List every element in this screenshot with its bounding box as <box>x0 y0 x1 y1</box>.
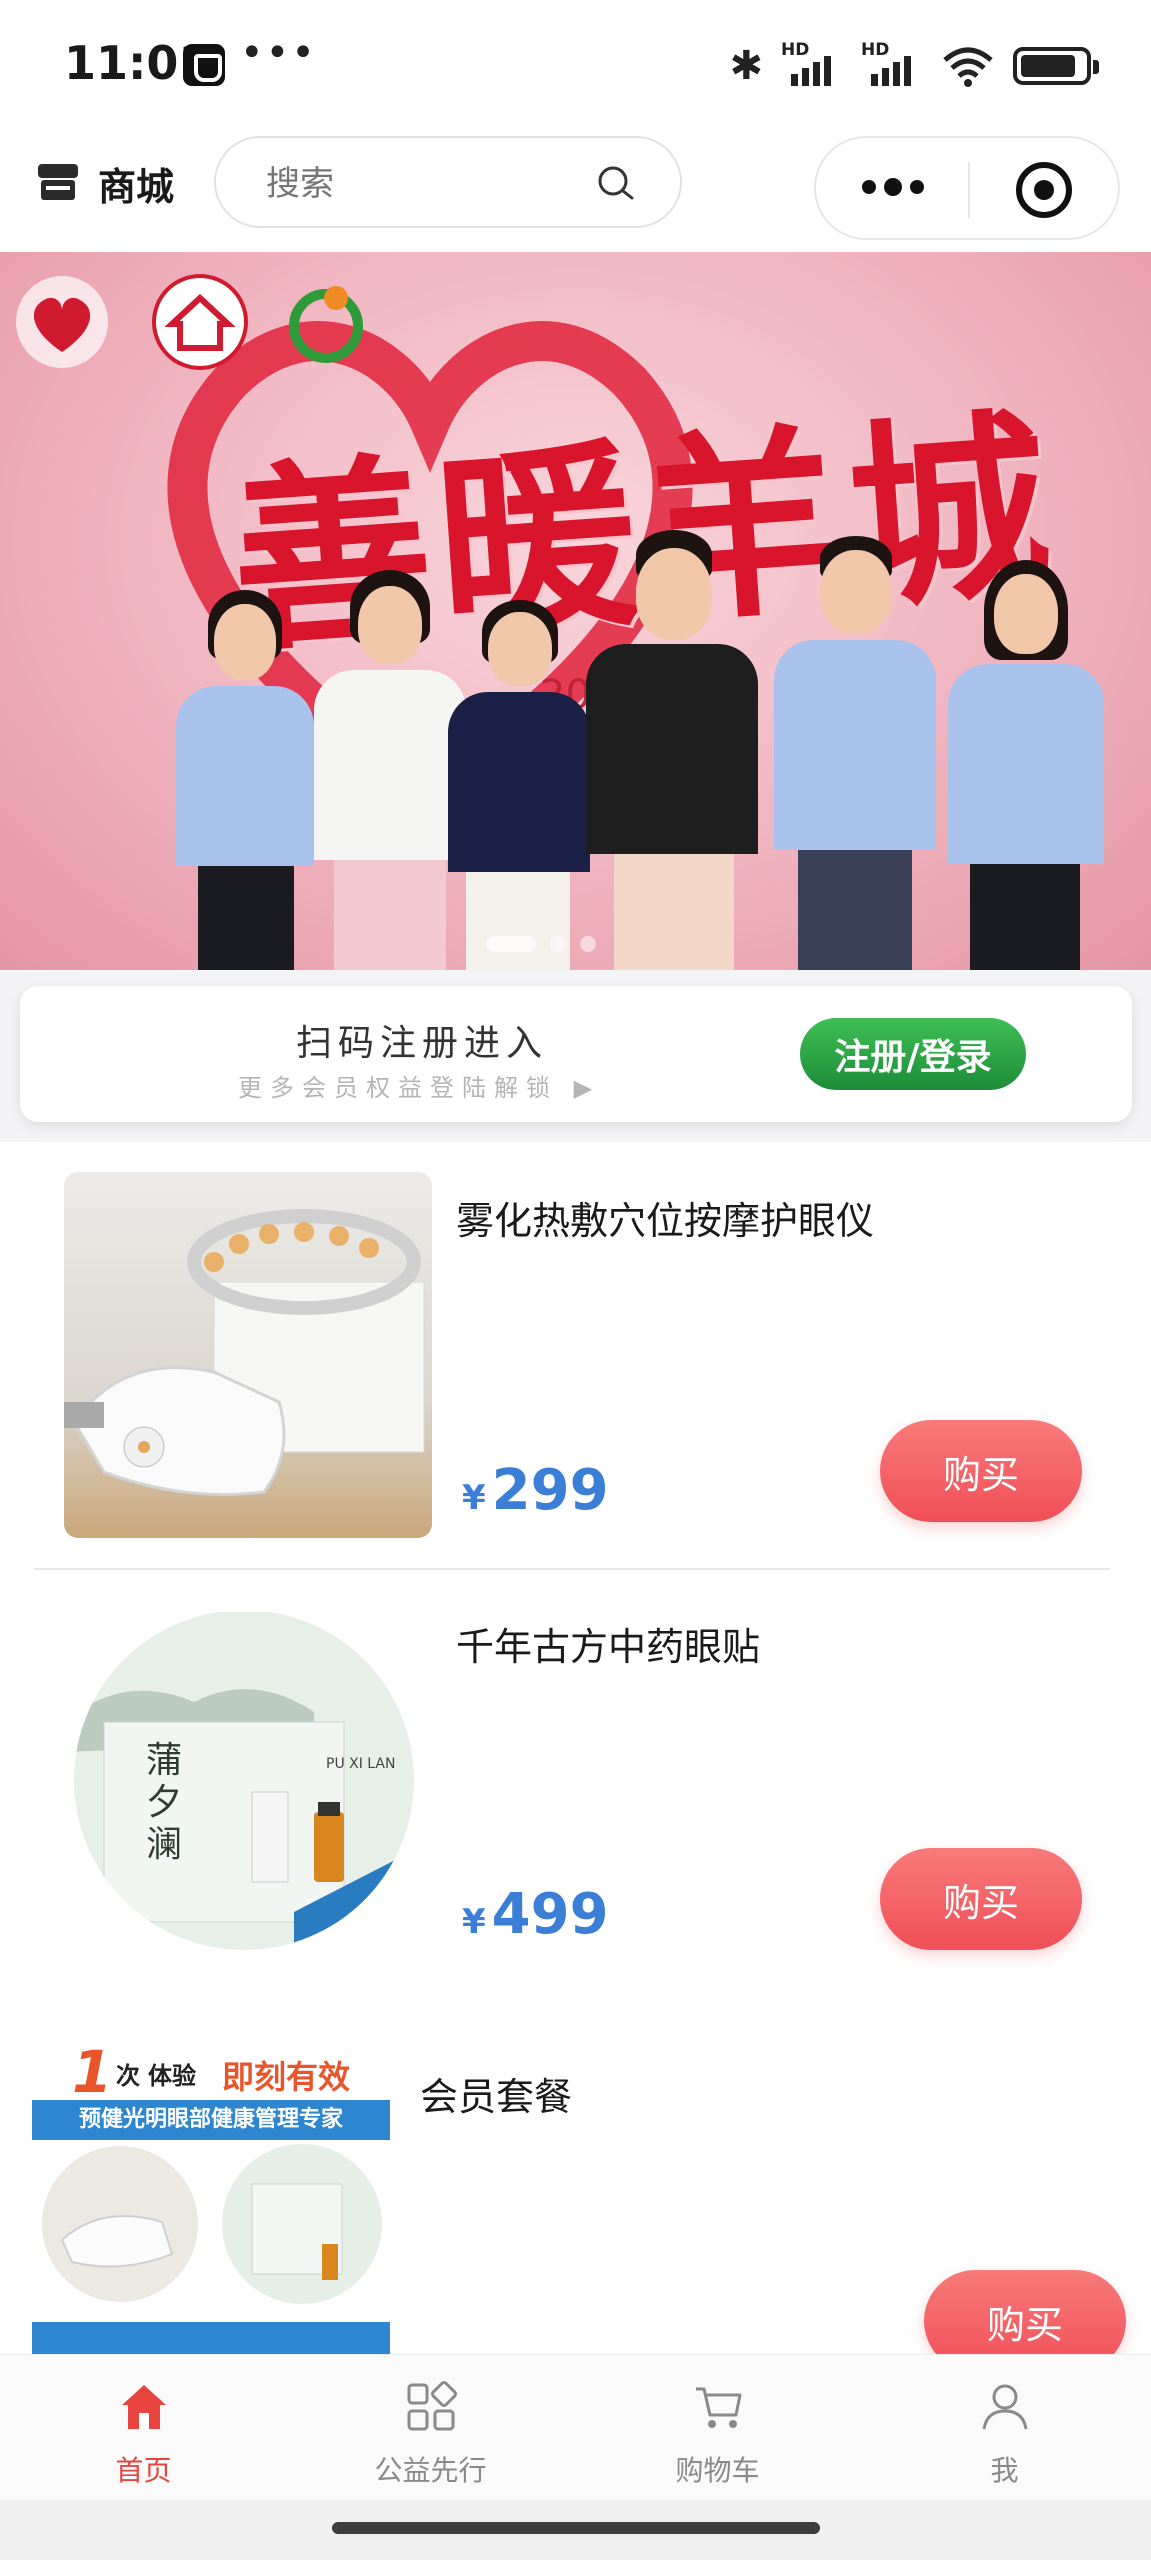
tab-bar: 首页 公益先行 购物车 我 <box>0 2354 1151 2500</box>
banner-carousel[interactable]: 善暖羊城 —2025年 <box>0 252 1151 970</box>
banner-person <box>770 530 940 970</box>
tab-label: 公益先行 <box>374 2454 487 2487</box>
product-image[interactable]: 蒲夕澜 PU XI LAN <box>64 1612 430 1968</box>
product-list: 雾化热敷穴位按摩护眼仪 ¥299 购买 蒲夕澜 PU XI LAN 千年古方中药… <box>0 1142 1151 2354</box>
charity-logo <box>16 276 108 368</box>
tab-cart[interactable]: 购物车 <box>574 2355 861 2501</box>
user-icon <box>982 2384 1028 2430</box>
tab-me[interactable]: 我 <box>861 2355 1148 2501</box>
search-input[interactable] <box>266 160 566 208</box>
product-price: ¥299 <box>462 1458 609 1523</box>
banner-person <box>940 560 1110 970</box>
tab-home[interactable]: 首页 <box>0 2355 287 2501</box>
promo-headline: 1 次 体验 即刻有效 <box>72 2044 351 2106</box>
target-icon[interactable] <box>1016 162 1072 218</box>
grid-icon <box>407 2381 457 2431</box>
search-box[interactable] <box>214 136 682 228</box>
banner-page-indicator <box>486 936 596 952</box>
register-title: 扫码注册进入 <box>296 1023 549 1064</box>
banner-dot <box>580 936 596 952</box>
currency-symbol: ¥ <box>462 1902 486 1942</box>
buy-button[interactable]: 购买 <box>880 1420 1082 1522</box>
home-icon <box>122 2385 166 2429</box>
more-dots-icon[interactable] <box>862 178 924 196</box>
product-item[interactable]: 1 次 体验 即刻有效 预健光明眼部健康管理专家 会员套餐 购买 <box>0 2000 1151 2354</box>
home-indicator[interactable] <box>332 2522 820 2534</box>
search-icon[interactable] <box>596 164 636 204</box>
product-brand-en: PU XI LAN <box>326 1756 396 1772</box>
status-bar: 11:01 ••• ✱ HD HD <box>0 0 1151 130</box>
signal-hd-icon: HD <box>861 40 923 88</box>
status-more-icon: ••• <box>240 30 317 76</box>
product-image[interactable]: 1 次 体验 即刻有效 预健光明眼部健康管理专家 <box>32 2044 390 2354</box>
store-title: 商城 <box>98 165 175 209</box>
register-card: 扫码注册进入 更多会员权益登陆解锁 ▶ 注册/登录 <box>20 986 1132 1122</box>
mini-program-capsule <box>814 136 1120 240</box>
cart-icon <box>696 2387 742 2428</box>
price-value: 499 <box>491 1882 609 1947</box>
bluetooth-icon: ✱ <box>729 43 763 89</box>
banner-person <box>444 600 594 970</box>
product-name: 千年古方中药眼贴 <box>456 1625 761 1669</box>
tab-charity[interactable]: 公益先行 <box>287 2355 574 2501</box>
currency-symbol: ¥ <box>462 1478 486 1518</box>
product-item[interactable]: 雾化热敷穴位按摩护眼仪 ¥299 购买 <box>0 1142 1151 1570</box>
wifi-icon <box>941 44 995 88</box>
tab-label: 购物车 <box>675 2454 760 2487</box>
tab-label: 首页 <box>115 2454 172 2487</box>
product-name: 会员套餐 <box>420 2075 573 2119</box>
community-house-logo <box>152 274 248 370</box>
price-value: 299 <box>491 1458 609 1523</box>
product-name: 雾化热敷穴位按摩护眼仪 <box>456 1199 875 1243</box>
status-icons: ✱ HD HD <box>729 38 1099 94</box>
promo-band: 预健光明眼部健康管理专家 <box>32 2100 390 2140</box>
banner-dot-active <box>486 936 536 952</box>
tab-label: 我 <box>990 2454 1019 2487</box>
banner-person <box>170 590 320 970</box>
banner-dot <box>550 936 566 952</box>
signal-hd-icon: HD <box>781 40 843 88</box>
buy-button[interactable]: 购买 <box>880 1848 1082 1950</box>
battery-icon <box>1013 47 1099 85</box>
product-brand: 蒲夕澜 <box>146 1740 183 1865</box>
store-icon <box>38 164 78 200</box>
register-subtitle: 更多会员权益登陆解锁 ▶ <box>238 1074 601 1102</box>
capsule-divider <box>968 162 970 218</box>
register-login-button[interactable]: 注册/登录 <box>800 1018 1026 1090</box>
product-image[interactable] <box>64 1172 432 1538</box>
youth-logo <box>289 286 363 363</box>
buy-button[interactable]: 购买 <box>924 2270 1126 2354</box>
product-item[interactable]: 蒲夕澜 PU XI LAN 千年古方中药眼贴 ¥499 购买 <box>0 1570 1151 2000</box>
banner-person <box>584 530 760 970</box>
product-price: ¥499 <box>462 1882 609 1947</box>
app-notification-icon <box>183 44 225 86</box>
